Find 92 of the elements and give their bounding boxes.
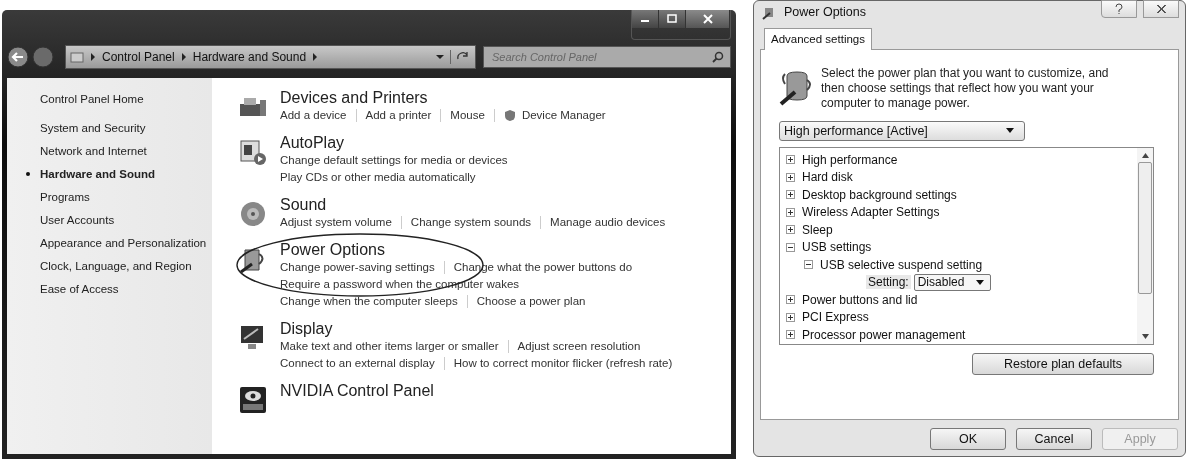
task-link[interactable]: Add a printer bbox=[365, 107, 432, 124]
dropdown-caret-icon bbox=[976, 279, 985, 285]
task-link[interactable]: Change system sounds bbox=[410, 214, 532, 231]
sidebar-link[interactable]: System and Security bbox=[40, 122, 146, 134]
category-title-link[interactable]: Devices and Printers bbox=[280, 89, 428, 106]
expand-icon[interactable] bbox=[786, 312, 795, 322]
chevron-icon bbox=[312, 53, 319, 61]
expand-icon[interactable] bbox=[786, 190, 795, 200]
scroll-down-icon[interactable] bbox=[1141, 333, 1149, 339]
chevron-icon bbox=[180, 53, 187, 61]
category-title-link[interactable]: Power Options bbox=[280, 241, 385, 258]
category-title-link[interactable]: AutoPlay bbox=[280, 134, 345, 151]
control-panel-icon bbox=[70, 51, 84, 63]
tree-item[interactable]: High performance bbox=[802, 152, 898, 167]
close-button[interactable] bbox=[1143, 0, 1179, 18]
minimize-button[interactable] bbox=[632, 10, 659, 28]
task-link[interactable]: Add a device bbox=[280, 107, 347, 124]
expand-icon[interactable] bbox=[786, 330, 795, 340]
tree-item[interactable]: PCI Express bbox=[802, 310, 869, 325]
tab[interactable]: Advanced settings bbox=[764, 27, 872, 50]
tree-item[interactable]: Hard disk bbox=[802, 170, 853, 185]
task-link[interactable]: How to correct monitor flicker (refresh rate) bbox=[453, 355, 673, 372]
dialog-button[interactable]: OK bbox=[930, 428, 1006, 450]
expand-icon[interactable] bbox=[786, 207, 795, 217]
autoplay-icon bbox=[238, 137, 268, 167]
task-link[interactable]: Manage audio devices bbox=[550, 214, 666, 231]
restore-defaults-button[interactable]: Restore plan defaults bbox=[972, 352, 1154, 375]
breadcrumb-item[interactable]: Hardware and Sound bbox=[192, 50, 307, 64]
chevron-icon bbox=[90, 53, 96, 61]
collapse-icon[interactable] bbox=[804, 260, 813, 270]
dropdown-caret-icon[interactable] bbox=[436, 54, 444, 60]
category-title-link[interactable]: NVIDIA Control Panel bbox=[280, 382, 434, 399]
task-link[interactable]: Mouse bbox=[450, 107, 485, 124]
maximize-button[interactable] bbox=[659, 10, 686, 28]
close-icon bbox=[701, 14, 714, 24]
nvidia-icon bbox=[238, 385, 268, 415]
close-icon bbox=[1155, 3, 1167, 14]
sidebar-link[interactable]: Network and Internet bbox=[40, 145, 147, 157]
setting-label: Setting: bbox=[866, 275, 911, 290]
setting-dropdown[interactable]: Disabled bbox=[913, 273, 992, 291]
expand-icon[interactable] bbox=[786, 225, 795, 235]
task-link[interactable]: Make text and other items larger or smaller bbox=[280, 338, 499, 355]
dialog-button[interactable]: Cancel bbox=[1016, 428, 1092, 450]
close-button[interactable] bbox=[686, 10, 730, 28]
breadcrumb-item[interactable]: Control Panel bbox=[102, 50, 175, 64]
task-link[interactable]: Connect to an external display bbox=[280, 355, 435, 372]
tree-item[interactable]: Power buttons and lid bbox=[802, 292, 918, 307]
task-link[interactable]: Play CDs or other media automatically bbox=[280, 169, 476, 186]
sidebar-link[interactable]: Hardware and Sound bbox=[40, 168, 156, 180]
task-link[interactable]: Change power-saving settings bbox=[280, 259, 435, 276]
task-link[interactable]: Change default settings for media or devices bbox=[280, 152, 508, 169]
category-title-link[interactable]: Sound bbox=[280, 196, 327, 213]
help-button[interactable] bbox=[1101, 0, 1137, 18]
scroll-up-icon[interactable] bbox=[1141, 152, 1149, 158]
collapse-icon[interactable] bbox=[786, 242, 795, 252]
scrollbar-thumb[interactable] bbox=[1138, 161, 1152, 294]
maximize-icon bbox=[666, 14, 678, 24]
scrollbar[interactable] bbox=[1137, 147, 1153, 344]
dropdown-caret-icon bbox=[1006, 128, 1014, 134]
sidebar-link[interactable]: Appearance and Personalization bbox=[40, 237, 207, 249]
tree-item[interactable]: USB selective suspend setting bbox=[820, 257, 983, 272]
bullet-icon bbox=[26, 172, 30, 176]
tree-item[interactable]: Processor power management bbox=[802, 327, 966, 342]
sidebar-link[interactable]: Clock, Language, and Region bbox=[40, 260, 192, 272]
search-icon bbox=[712, 51, 724, 63]
sound-icon bbox=[238, 199, 268, 229]
sidebar-link[interactable]: Programs bbox=[40, 191, 90, 203]
expand-icon[interactable] bbox=[786, 155, 795, 165]
tree-item[interactable]: USB settings bbox=[802, 240, 872, 255]
expand-icon[interactable] bbox=[786, 295, 795, 305]
address-bar[interactable]: Control Panel Hardware and Sound bbox=[65, 45, 476, 69]
search-field[interactable]: Search Control Panel bbox=[483, 46, 731, 68]
back-button[interactable] bbox=[7, 46, 29, 68]
sidebar-link[interactable]: Control Panel Home bbox=[40, 93, 144, 105]
question-mark-icon bbox=[1114, 2, 1124, 15]
task-link[interactable]: Choose a power plan bbox=[476, 293, 586, 310]
window-title: Power Options bbox=[784, 4, 866, 19]
expand-icon[interactable] bbox=[786, 172, 795, 182]
sidebar-link[interactable]: User Accounts bbox=[40, 214, 115, 226]
task-link[interactable]: Device Manager bbox=[521, 107, 606, 124]
task-link[interactable]: Adjust system volume bbox=[280, 214, 392, 231]
refresh-icon[interactable] bbox=[450, 50, 471, 64]
category-title-link[interactable]: Display bbox=[280, 320, 333, 337]
tree-item[interactable]: Sleep bbox=[802, 222, 833, 237]
plan-dropdown[interactable]: High performance [Active] bbox=[779, 120, 1025, 141]
instruction-text: Select the power plan that you want to customize, and then choose settings that reflect how you want your computer to manage power. bbox=[821, 65, 1110, 111]
task-link[interactable]: Adjust screen resolution bbox=[517, 338, 641, 355]
task-link[interactable]: Change when the computer sleeps bbox=[280, 293, 458, 310]
sidebar-link[interactable]: Ease of Access bbox=[40, 283, 119, 295]
tree-item[interactable]: Wireless Adapter Settings bbox=[802, 205, 940, 220]
tree-item[interactable]: Desktop background settings bbox=[802, 187, 957, 202]
search-input[interactable]: Search Control Panel bbox=[490, 50, 712, 64]
